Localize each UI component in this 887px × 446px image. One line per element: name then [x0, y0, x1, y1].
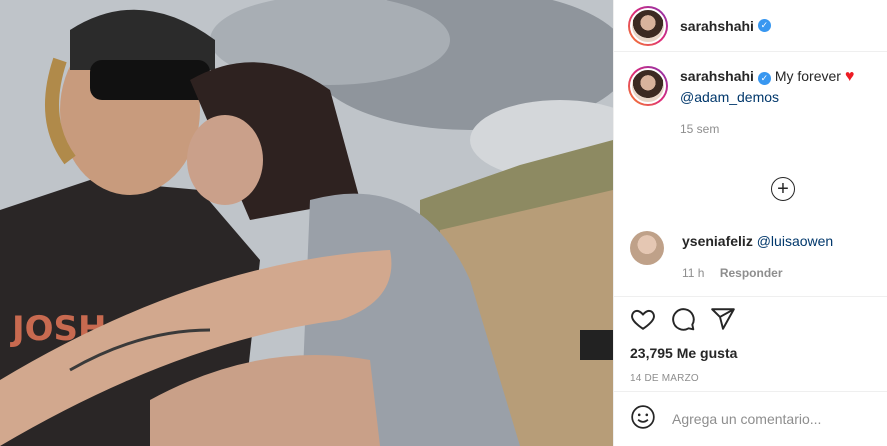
caption-username[interactable]: sarahshahi — [680, 68, 754, 84]
author-avatar[interactable] — [628, 5, 668, 46]
likes-count[interactable]: 23,795 Me gusta — [630, 345, 872, 361]
comment-username[interactable]: yseniafeliz — [682, 233, 753, 249]
verified-badge-icon: ✓ — [757, 72, 771, 85]
reply-button[interactable]: Responder — [720, 266, 783, 280]
photo-illustration: JOSH — [0, 0, 613, 446]
post-photo[interactable]: JOSH — [0, 0, 613, 446]
emoji-smiley-icon[interactable] — [630, 404, 656, 435]
red-heart-emoji-icon: ♥ — [844, 68, 855, 85]
plus-icon: + — [777, 178, 789, 200]
caption-avatar[interactable] — [628, 66, 668, 106]
share-paper-plane-icon[interactable] — [710, 306, 736, 337]
post-actions: 23,795 Me gusta 14 DE MARZO — [614, 296, 887, 394]
comment-input[interactable]: Agrega un comentario... — [672, 411, 821, 427]
post-date[interactable]: 14 DE MARZO — [630, 373, 872, 384]
like-heart-icon[interactable] — [630, 306, 656, 337]
comment-item: yseniafeliz @luisaowen 11 h Responder — [630, 231, 833, 283]
comment-bubble-icon[interactable] — [670, 306, 696, 337]
add-comment-bar: Agrega un comentario... — [614, 391, 887, 446]
verified-badge-icon: ✓ — [757, 19, 771, 32]
caption-text: My forever — [774, 68, 841, 84]
comment-mention[interactable]: @luisaowen — [757, 233, 833, 249]
post-caption: sarahshahi ✓ My forever ♥ @adam_demos 15 … — [614, 52, 887, 139]
caption-time[interactable]: 15 sem — [680, 119, 854, 139]
caption-mention[interactable]: @adam_demos — [680, 89, 779, 105]
post-header: sarahshahi ✓ — [614, 0, 887, 52]
load-more-comments-button[interactable]: + — [771, 177, 795, 201]
author-username[interactable]: sarahshahi — [680, 18, 754, 34]
comment-time[interactable]: 11 h — [682, 266, 704, 280]
comment-avatar[interactable] — [630, 231, 664, 265]
post-side-panel: sarahshahi ✓ sarahshahi ✓ My forever ♥ @a… — [613, 0, 887, 446]
